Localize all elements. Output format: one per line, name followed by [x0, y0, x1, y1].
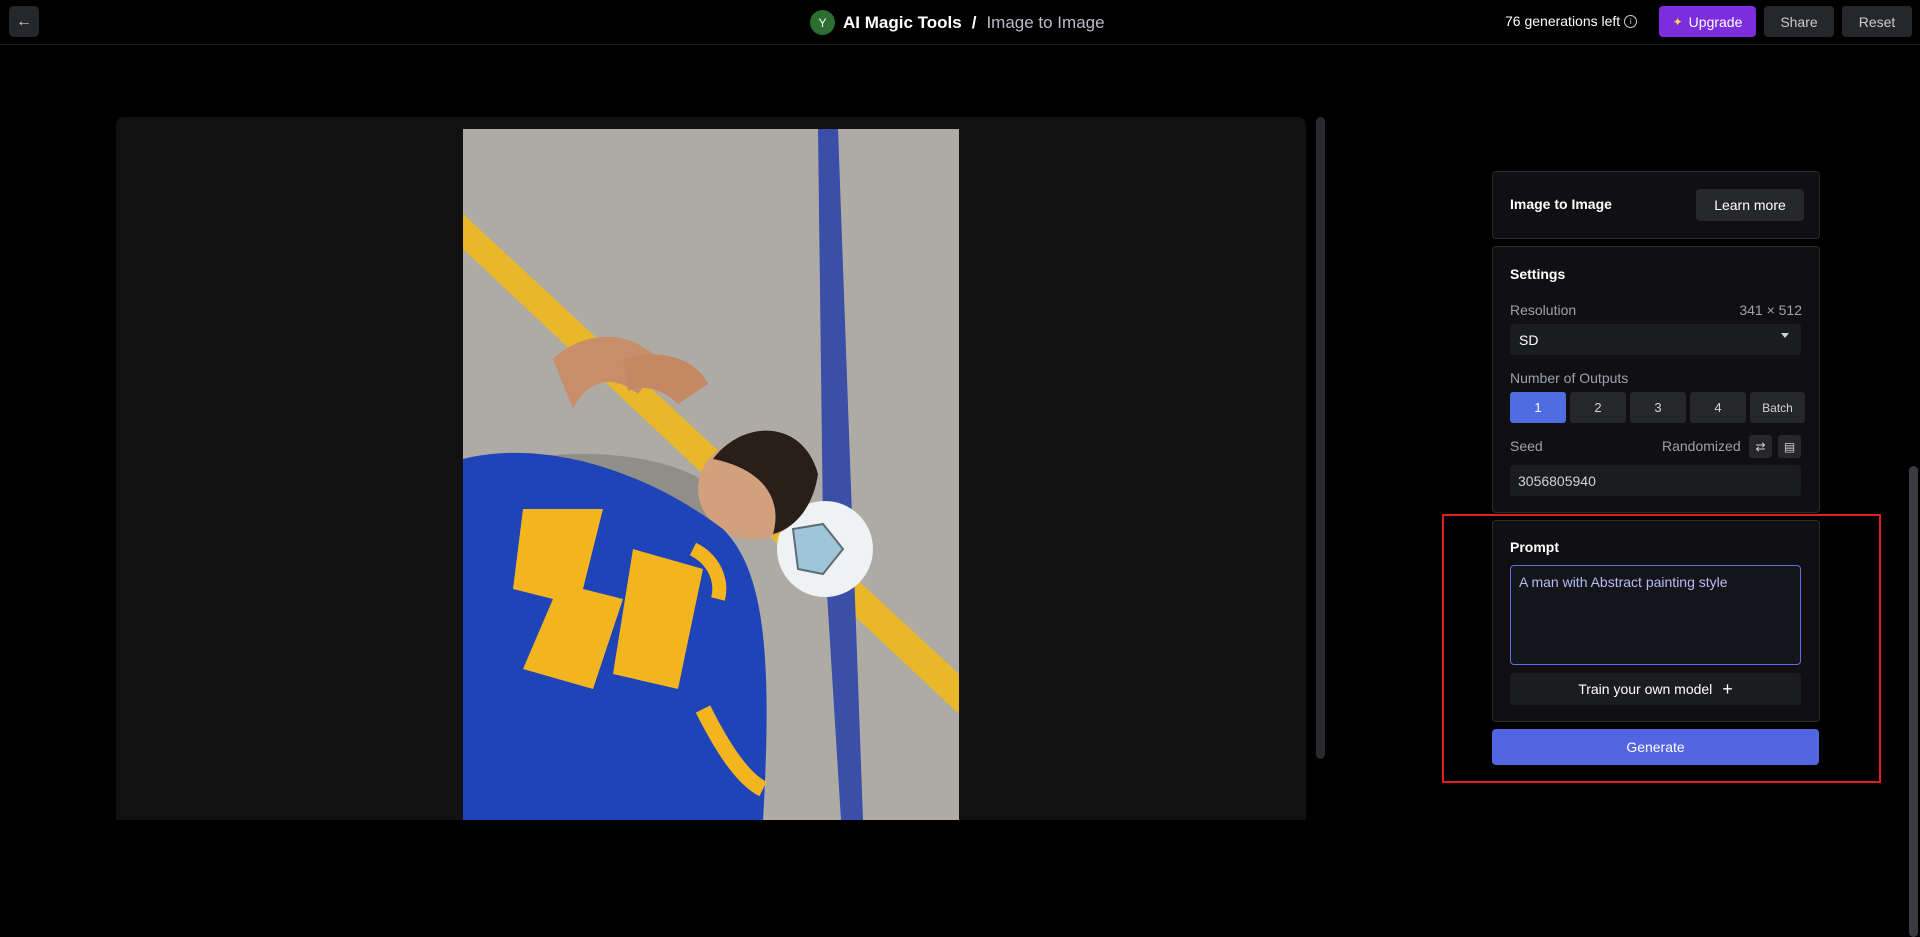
outputs-selector: 1 2 3 4 Batch [1510, 392, 1805, 423]
avatar: Y [810, 10, 835, 35]
train-model-label: Train your own model [1578, 681, 1713, 697]
output-option-4[interactable]: 4 [1690, 392, 1746, 423]
output-option-2[interactable]: 2 [1570, 392, 1626, 423]
plus-icon: + [1722, 679, 1733, 699]
info-icon[interactable]: i [1624, 14, 1638, 28]
source-image-illustration [463, 129, 959, 820]
back-button[interactable]: ← [9, 6, 39, 37]
sparkle-icon: ✦ [1672, 14, 1683, 29]
train-model-button[interactable]: Train your own model + [1510, 673, 1801, 705]
app-name[interactable]: AI Magic Tools [843, 13, 962, 33]
generations-counter: 76 generations left i [1505, 13, 1638, 29]
generate-button[interactable]: Generate [1492, 729, 1819, 765]
seed-mode: Randomized [1662, 438, 1741, 454]
seed-input[interactable]: 3056805940 [1510, 465, 1801, 496]
breadcrumb: Y AI Magic Tools / Image to Image [810, 10, 1105, 35]
seed-value: 3056805940 [1518, 473, 1596, 489]
upgrade-label: Upgrade [1688, 13, 1743, 30]
resolution-value: 341 × 512 [1739, 302, 1802, 318]
breadcrumb-separator: / [971, 12, 977, 32]
clipboard-icon[interactable]: ▤ [1778, 435, 1801, 458]
chevron-down-icon [1781, 333, 1789, 338]
prompt-textarea[interactable]: A man with Abstract painting style [1510, 565, 1801, 665]
settings-card: Settings Resolution 341 × 512 SD Number … [1492, 246, 1820, 513]
top-bar: ← Y AI Magic Tools / Image to Image 76 g… [0, 0, 1920, 45]
arrow-left-icon: ← [16, 12, 32, 30]
tool-info-card: Image to Image Learn more [1492, 171, 1820, 239]
generations-left-text: 76 generations left [1505, 13, 1621, 29]
page-scrollbar[interactable] [1909, 466, 1918, 937]
share-button[interactable]: Share [1764, 6, 1834, 37]
reset-button[interactable]: Reset [1842, 6, 1912, 37]
prompt-card: Prompt A man with Abstract painting styl… [1492, 520, 1820, 722]
prompt-title: Prompt [1510, 539, 1559, 555]
output-option-batch[interactable]: Batch [1750, 392, 1805, 423]
settings-title: Settings [1510, 266, 1566, 282]
resolution-label: Resolution [1510, 302, 1577, 318]
image-canvas[interactable] [116, 117, 1306, 820]
learn-more-button[interactable]: Learn more [1696, 189, 1804, 221]
source-image [463, 129, 959, 820]
output-option-1[interactable]: 1 [1510, 392, 1566, 423]
output-option-3[interactable]: 3 [1630, 392, 1686, 423]
canvas-scrollbar[interactable] [1316, 117, 1325, 759]
tool-card-title: Image to Image [1510, 196, 1612, 212]
tool-name: Image to Image [986, 12, 1105, 32]
shuffle-icon[interactable]: ⇄ [1749, 435, 1772, 458]
upgrade-button[interactable]: ✦ Upgrade [1659, 6, 1756, 37]
outputs-label: Number of Outputs [1510, 370, 1629, 386]
resolution-option: SD [1519, 332, 1539, 348]
seed-label: Seed [1510, 438, 1543, 454]
resolution-select[interactable]: SD [1510, 324, 1801, 355]
